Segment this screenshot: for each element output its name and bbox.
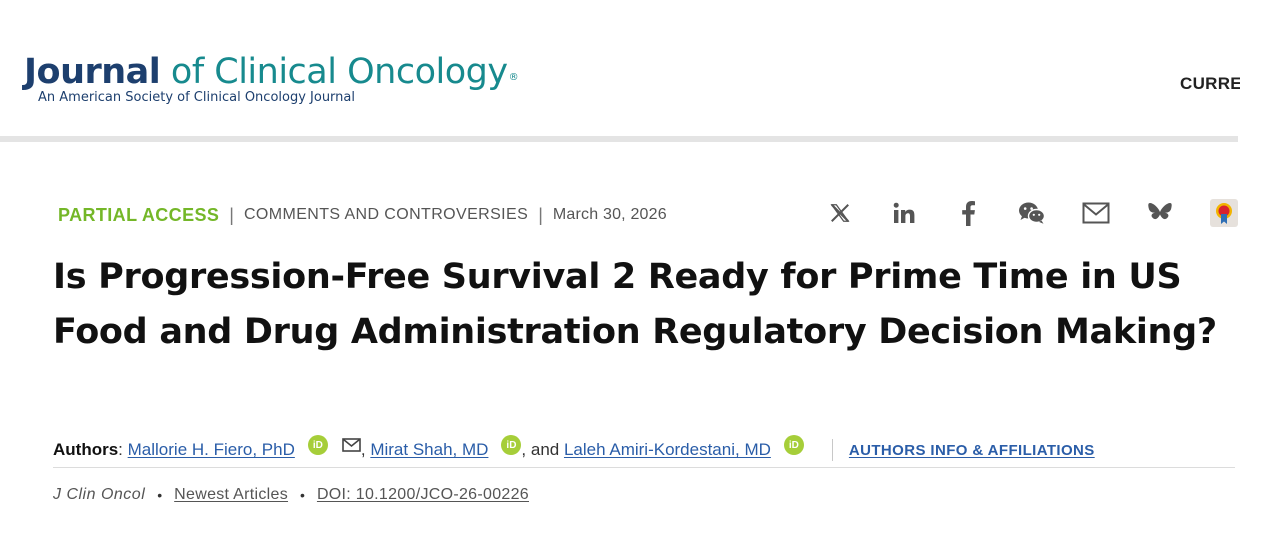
authors-label: Authors — [53, 440, 119, 459]
logo-wordmark: Journal of Clinical Oncology® — [24, 52, 519, 92]
doi-link[interactable]: DOI: 10.1200/JCO-26-00226 — [317, 486, 529, 504]
facebook-icon[interactable] — [948, 196, 988, 230]
citation-journal: J Clin Oncol — [53, 486, 146, 503]
authors-colon: : — [118, 440, 123, 459]
author-separator: , — [360, 440, 366, 459]
meta-separator: | — [538, 204, 543, 225]
email-icon[interactable] — [1076, 196, 1116, 230]
article-title: Is Progression-Free Survival 2 Ready for… — [53, 257, 1217, 352]
logo-journal-word: Journal — [24, 52, 161, 92]
newest-articles-link[interactable]: Newest Articles — [174, 486, 288, 504]
meta-separator: | — [229, 204, 234, 225]
linkedin-icon[interactable] — [884, 196, 924, 230]
article-type: COMMENTS AND CONTROVERSIES — [243, 206, 529, 223]
author-list: Authors: Mallorie H. Fiero, PhD iD , Mir… — [53, 435, 1095, 463]
citation-bullet: • — [157, 487, 163, 503]
logo-subtitle: An American Society of Clinical Oncology… — [38, 90, 355, 105]
bluesky-icon[interactable] — [1140, 196, 1180, 230]
site-header: Journal of Clinical Oncology® An America… — [0, 0, 1280, 138]
orcid-icon[interactable]: iD — [783, 435, 804, 455]
orcid-icon[interactable]: iD — [501, 435, 522, 455]
author-link-shah[interactable]: Mirat Shah, MD — [370, 440, 488, 460]
logo-registered-mark: ® — [508, 72, 519, 83]
logo-journal-name: of Clinical Oncology — [160, 52, 508, 92]
nav-current-issue[interactable]: CURRE — [1180, 74, 1240, 94]
author-separator-and: , and — [521, 440, 560, 459]
citation-line: J Clin Oncol • Newest Articles • DOI: 10… — [53, 484, 529, 506]
orcid-icon[interactable]: iD — [307, 435, 328, 455]
wechat-icon[interactable] — [1012, 196, 1052, 230]
author-email-icon[interactable] — [342, 438, 361, 452]
citation-bullet: • — [300, 487, 305, 503]
mendeley-icon[interactable] — [1204, 196, 1244, 230]
article-meta: PARTIAL ACCESS | COMMENTS AND CONTROVERS… — [58, 203, 667, 227]
authors-divider — [831, 439, 833, 461]
x-icon[interactable] — [820, 196, 860, 230]
author-link-amiri-kordestani[interactable]: Laleh Amiri-Kordestani, MD — [564, 440, 771, 460]
journal-logo[interactable]: Journal of Clinical Oncology® An America… — [24, 52, 519, 105]
author-link-fiero[interactable]: Mallorie H. Fiero, PhD — [128, 440, 295, 460]
publish-date: March 30, 2026 — [552, 206, 667, 223]
access-badge: PARTIAL ACCESS — [58, 204, 220, 225]
authors-info-affiliations-link[interactable]: AUTHORS INFO & AFFILIATIONS — [849, 442, 1095, 459]
share-toolbar — [820, 196, 1244, 230]
content-divider — [53, 467, 1235, 468]
header-divider — [0, 136, 1238, 142]
